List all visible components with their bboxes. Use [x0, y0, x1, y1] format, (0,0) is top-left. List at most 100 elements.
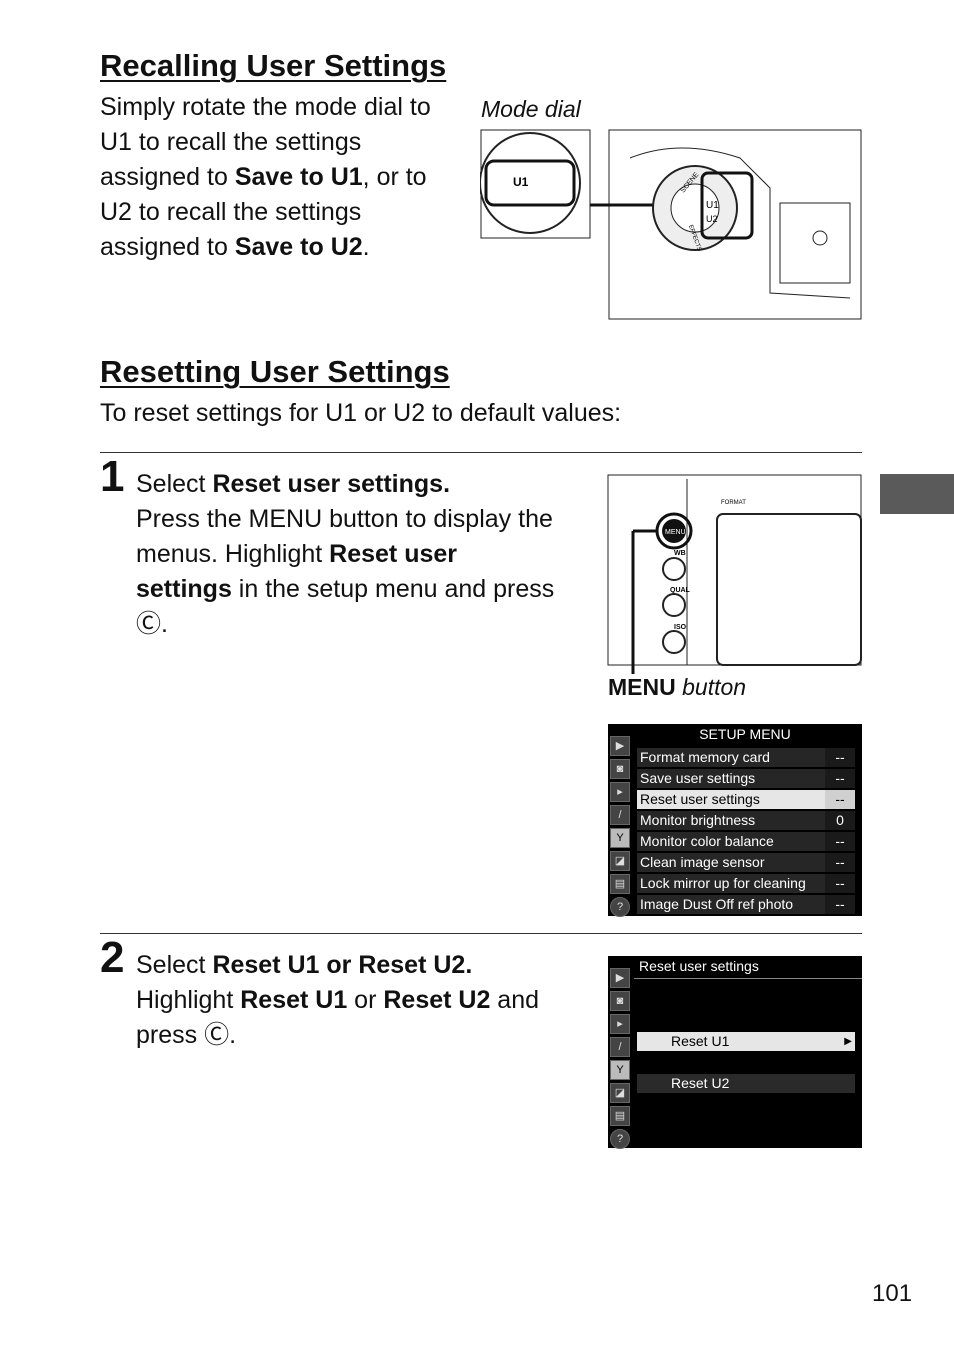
camera-icon[interactable]: ◙ [610, 759, 630, 779]
menu-item[interactable]: Reset user settings -- [637, 790, 855, 809]
text: in the setup menu and press [231, 575, 555, 603]
manual-page: Recalling User Settings Simply rotate th… [0, 0, 954, 1345]
step-title: Reset U1 or Reset U2. [212, 951, 473, 979]
playback-icon[interactable]: ▶ [610, 736, 630, 756]
menu-item-value: -- [825, 832, 855, 851]
dial-label-u2: U2 [706, 214, 718, 224]
menu-item-value: 0 [825, 811, 855, 830]
menu-key: MENU [608, 674, 676, 700]
page-number: 101 [872, 1280, 913, 1307]
dial-label-u1-photo: U1 [706, 200, 719, 211]
divider [100, 933, 862, 934]
pencil-icon[interactable]: / [610, 1037, 630, 1057]
camera-label-format: FORMAT [721, 500, 746, 506]
menu-sidebar: ▶ ◙ ▸ / Y ◪ ▤? [610, 968, 630, 1152]
step-2-text: Select Reset U1 or Reset U2. Highlight R… [136, 948, 596, 1053]
text: and [490, 986, 540, 1014]
movie-icon[interactable]: ▸ [610, 782, 630, 802]
menu-item[interactable]: Lock mirror up for cleaning -- [637, 874, 855, 893]
bold-text: Save to U2 [234, 233, 363, 261]
camera-label-wb: WB [674, 550, 686, 557]
menu-item[interactable]: Save user settings -- [637, 769, 855, 788]
camera-label-menu: MENU [665, 529, 686, 536]
bold-text: Reset U2 [383, 986, 491, 1014]
screen-title: Reset user settings [639, 958, 759, 974]
camera-back-illustration: FORMAT MENU WB QUAL ISO [607, 474, 862, 674]
reset-u1-option[interactable]: Reset U1 ▶ [637, 1032, 855, 1051]
text: Press the MENU button to display the [136, 505, 553, 533]
menu-item-label: Lock mirror up for cleaning [640, 875, 806, 891]
menu-button-caption: MENU button [608, 674, 746, 701]
text: U2 to recall the settings [100, 198, 362, 226]
menu-item-label: Monitor brightness [640, 812, 756, 828]
screen-title: SETUP MENU [699, 726, 791, 742]
reset-heading: Resetting User Settings [100, 354, 450, 389]
reset-u2-option[interactable]: Reset U2 [637, 1074, 855, 1093]
text: . [362, 233, 370, 261]
wrench-icon[interactable]: Y [610, 1060, 630, 1080]
text: assigned to [100, 233, 235, 261]
menu-item-label: Monitor color balance [640, 833, 774, 849]
recall-text: Simply rotate the mode dial to U1 to rec… [100, 90, 470, 265]
recall-heading: Recalling User Settings [100, 48, 447, 83]
mode-dial-illustration: U1 SCENE EFFECTS U1 U2 [480, 129, 862, 320]
menu-item[interactable]: Clean image sensor -- [637, 853, 855, 872]
section-tab [880, 474, 954, 514]
menu-item[interactable]: Monitor color balance -- [637, 832, 855, 851]
menu-item-value: -- [825, 769, 855, 788]
text: button [675, 674, 747, 700]
help-icon[interactable]: ? [610, 897, 630, 917]
movie-icon[interactable]: ▸ [610, 1014, 630, 1034]
camera-label-qual: QUAL [670, 587, 691, 594]
menu-item[interactable]: Monitor brightness 0 [637, 811, 855, 830]
text: assigned to [100, 163, 235, 191]
dial-label-u1: U1 [513, 175, 529, 189]
bold-text: settings [136, 575, 232, 603]
setup-menu-screen: SETUP MENU ▶ ◙ ▸ / Y ◪ ▤? Format memory card --… [608, 724, 862, 917]
text: menus. Highlight [136, 540, 330, 568]
option-label: Reset U1 [671, 1033, 730, 1049]
bold-text: Reset U1 [240, 986, 348, 1014]
menu-item-label: Image Dust Off ref photo [640, 896, 794, 912]
text: Ⓒ. [136, 610, 168, 638]
playback-icon[interactable]: ▶ [610, 968, 630, 988]
arrow-right-icon: ▶ [844, 1036, 852, 1047]
menu-item-value: -- [825, 874, 855, 893]
menu-item-label: Save user settings [640, 770, 756, 786]
menu-item[interactable]: Format memory card -- [637, 748, 855, 767]
text: Simply rotate the mode dial to [100, 93, 431, 121]
my-menu-icon[interactable]: ▤ [610, 874, 630, 894]
my-menu-icon[interactable]: ▤ [610, 1106, 630, 1126]
menu-item-label: Format memory card [640, 749, 770, 765]
menu-item-value: -- [825, 895, 855, 914]
step-title: Reset user settings. [212, 470, 451, 498]
reset-user-settings-screen: Reset user settings ▶ ◙ ▸ / Y ◪ ▤? Reset U1 ▶ R… [608, 956, 862, 1149]
menu-item-value: -- [825, 853, 855, 872]
retouch-icon[interactable]: ◪ [610, 851, 630, 871]
mode-dial-caption: Mode dial [481, 96, 581, 122]
step-1-text: Select Reset user settings. Press the ME… [136, 467, 596, 642]
divider [100, 452, 862, 453]
menu-item-label: Clean image sensor [640, 854, 765, 870]
camera-icon[interactable]: ◙ [610, 991, 630, 1011]
bold-text: Save to U1 [234, 163, 363, 191]
step-number: 1 [100, 452, 125, 501]
divider [634, 978, 862, 979]
text: Select [136, 470, 213, 498]
option-label: Reset U2 [671, 1075, 730, 1091]
menu-item-value: -- [825, 790, 855, 809]
camera-label-iso: ISO [674, 624, 687, 631]
step-number: 2 [100, 933, 125, 982]
text: Select [136, 951, 213, 979]
text: press Ⓒ. [136, 1021, 237, 1049]
text: Highlight [136, 986, 241, 1014]
menu-item-value: -- [825, 748, 855, 767]
retouch-icon[interactable]: ◪ [610, 1083, 630, 1103]
bold-text: Reset user [329, 540, 458, 568]
wrench-icon[interactable]: Y [610, 828, 630, 848]
text: or [347, 986, 384, 1014]
help-icon[interactable]: ? [610, 1129, 630, 1149]
menu-item[interactable]: Image Dust Off ref photo -- [637, 895, 855, 914]
pencil-icon[interactable]: / [610, 805, 630, 825]
menu-sidebar: ▶ ◙ ▸ / Y ◪ ▤? [610, 736, 630, 920]
